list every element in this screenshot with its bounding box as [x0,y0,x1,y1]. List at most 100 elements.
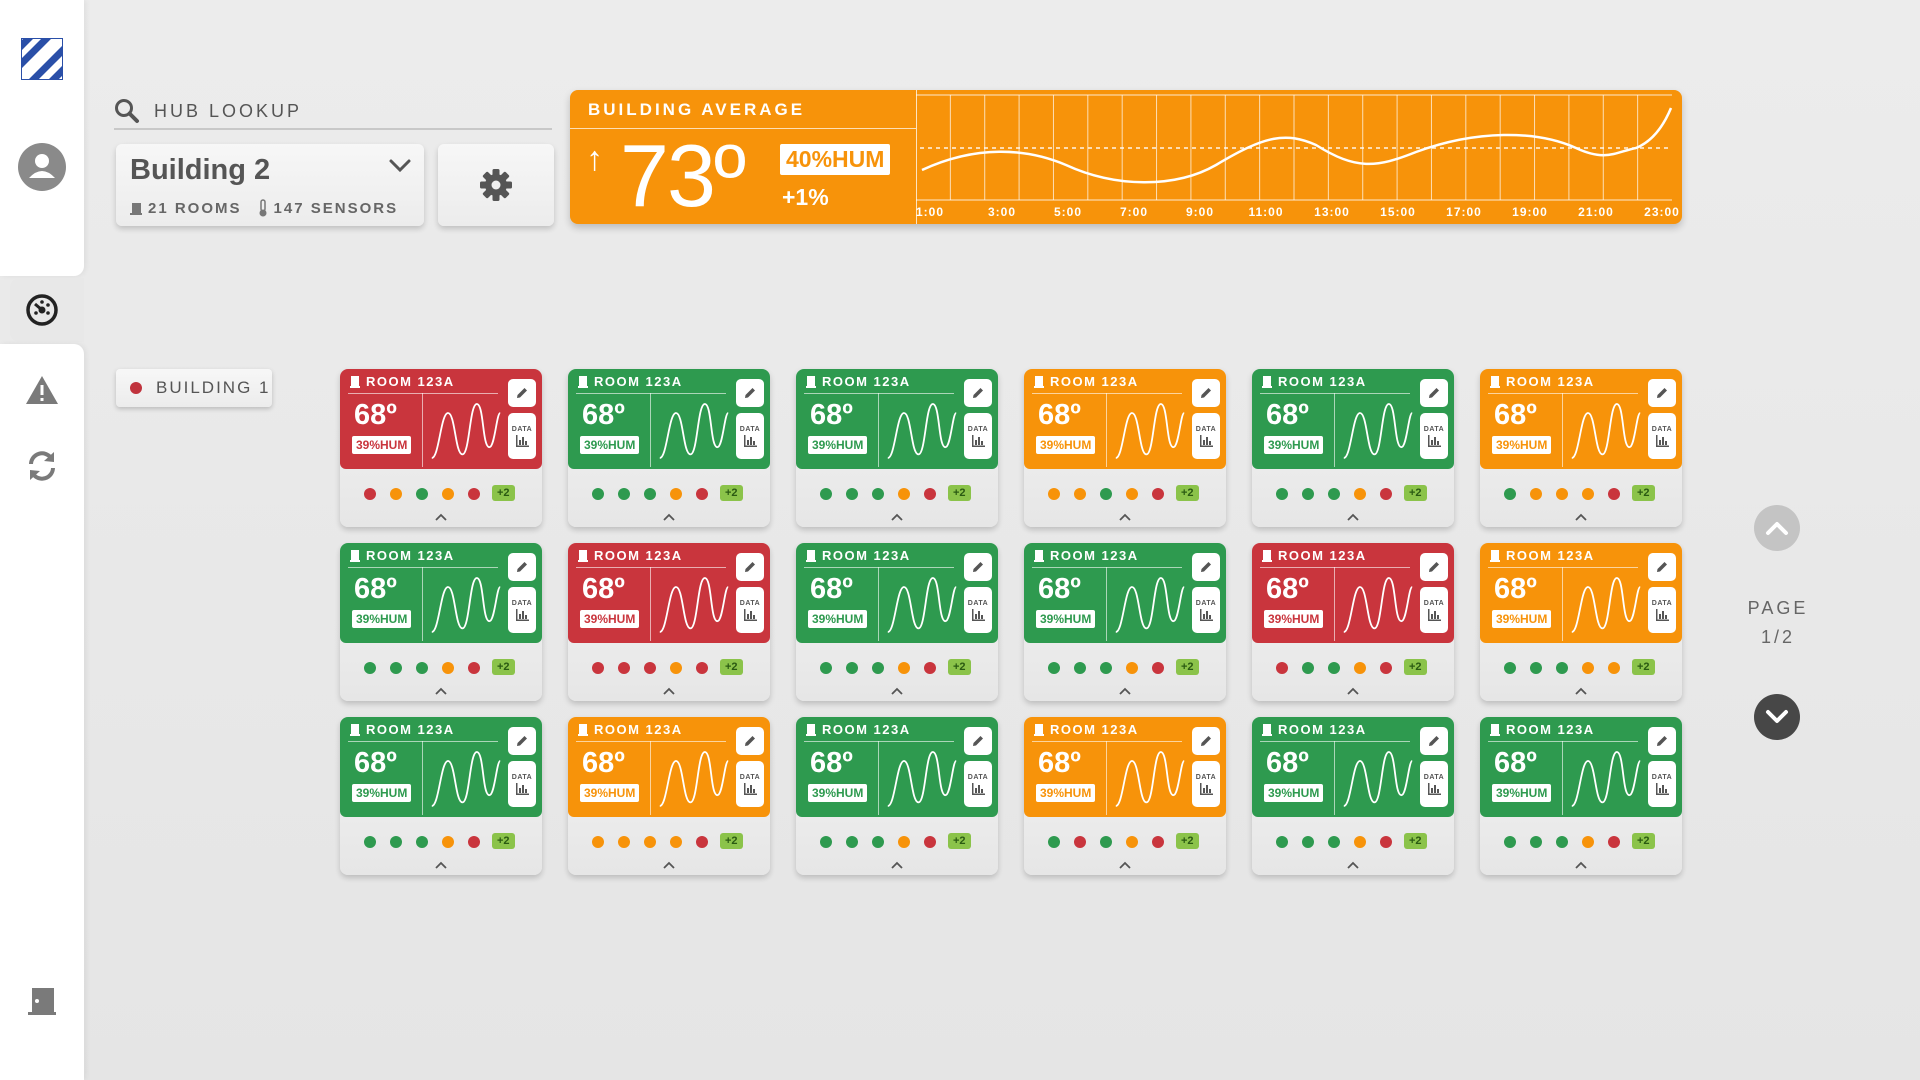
room-tile[interactable]: ROOM 123A 68º 39%HUM DATA +2 [1252,717,1454,875]
edit-button[interactable] [736,379,764,407]
data-button[interactable]: DATA [964,413,992,459]
expand-caret-icon[interactable] [1346,683,1360,701]
edit-button[interactable] [1420,379,1448,407]
edit-button[interactable] [736,553,764,581]
more-sensors-badge[interactable]: +2 [492,659,515,675]
data-button[interactable]: DATA [1648,413,1676,459]
user-icon[interactable] [0,142,84,192]
page-down-button[interactable] [1754,694,1800,740]
room-tile[interactable]: ROOM 123A 68º 39%HUM DATA +2 [568,717,770,875]
data-button[interactable]: DATA [1420,587,1448,633]
room-tile[interactable]: ROOM 123A 68º 39%HUM DATA +2 [1480,369,1682,527]
chevron-down-icon[interactable] [388,158,412,179]
expand-caret-icon[interactable] [1346,857,1360,875]
room-tile[interactable]: ROOM 123A 68º 39%HUM DATA +2 [1024,543,1226,701]
more-sensors-badge[interactable]: +2 [1176,833,1199,849]
data-button[interactable]: DATA [1192,413,1220,459]
expand-caret-icon[interactable] [1346,509,1360,527]
edit-button[interactable] [508,727,536,755]
refresh-icon[interactable] [0,448,84,484]
room-tile[interactable]: ROOM 123A 68º 39%HUM DATA +2 [796,543,998,701]
expand-caret-icon[interactable] [1118,683,1132,701]
building-selector[interactable]: Building 2 21 ROOMS 147 SENSORS [116,144,424,226]
expand-caret-icon[interactable] [434,509,448,527]
edit-button[interactable] [1420,727,1448,755]
room-tile[interactable]: ROOM 123A 68º 39%HUM DATA +2 [796,717,998,875]
expand-caret-icon[interactable] [890,683,904,701]
room-tile[interactable]: ROOM 123A 68º 39%HUM DATA +2 [1252,543,1454,701]
room-tile[interactable]: ROOM 123A 68º 39%HUM DATA +2 [340,369,542,527]
data-button[interactable]: DATA [508,413,536,459]
data-button[interactable]: DATA [1648,761,1676,807]
room-tile[interactable]: ROOM 123A 68º 39%HUM DATA +2 [1480,717,1682,875]
more-sensors-badge[interactable]: +2 [1176,659,1199,675]
data-button[interactable]: DATA [964,761,992,807]
more-sensors-badge[interactable]: +2 [720,833,743,849]
settings-button[interactable] [438,144,554,226]
data-button[interactable]: DATA [1420,761,1448,807]
room-tile[interactable]: ROOM 123A 68º 39%HUM DATA +2 [340,543,542,701]
edit-button[interactable] [1420,553,1448,581]
data-button[interactable]: DATA [736,587,764,633]
expand-caret-icon[interactable] [662,509,676,527]
more-sensors-badge[interactable]: +2 [492,833,515,849]
edit-button[interactable] [1648,727,1676,755]
more-sensors-badge[interactable]: +2 [948,485,971,501]
building-filter-pill[interactable]: BUILDING 1 [116,369,272,407]
room-tile[interactable]: ROOM 123A 68º 39%HUM DATA +2 [1024,369,1226,527]
hub-lookup-search[interactable]: HUB LOOKUP [114,94,552,130]
room-tile[interactable]: ROOM 123A 68º 39%HUM DATA +2 [340,717,542,875]
edit-button[interactable] [1192,379,1220,407]
expand-caret-icon[interactable] [890,857,904,875]
more-sensors-badge[interactable]: +2 [1404,659,1427,675]
edit-button[interactable] [508,379,536,407]
more-sensors-badge[interactable]: +2 [1176,485,1199,501]
more-sensors-badge[interactable]: +2 [1632,833,1655,849]
data-button[interactable]: DATA [736,413,764,459]
expand-caret-icon[interactable] [662,683,676,701]
edit-button[interactable] [964,553,992,581]
edit-button[interactable] [964,379,992,407]
data-button[interactable]: DATA [1420,413,1448,459]
expand-caret-icon[interactable] [1118,857,1132,875]
more-sensors-badge[interactable]: +2 [1404,833,1427,849]
more-sensors-badge[interactable]: +2 [1632,659,1655,675]
room-tile[interactable]: ROOM 123A 68º 39%HUM DATA +2 [568,543,770,701]
data-button[interactable]: DATA [1192,587,1220,633]
data-button[interactable]: DATA [1192,761,1220,807]
expand-caret-icon[interactable] [1574,509,1588,527]
room-tile[interactable]: ROOM 123A 68º 39%HUM DATA +2 [796,369,998,527]
exit-door-icon[interactable] [0,984,84,1018]
gauge-icon[interactable] [0,290,84,330]
more-sensors-badge[interactable]: +2 [1632,485,1655,501]
logo-icon[interactable] [0,36,84,82]
more-sensors-badge[interactable]: +2 [492,485,515,501]
data-button[interactable]: DATA [1648,587,1676,633]
room-tile[interactable]: ROOM 123A 68º 39%HUM DATA +2 [1252,369,1454,527]
room-tile[interactable]: ROOM 123A 68º 39%HUM DATA +2 [1480,543,1682,701]
page-up-button[interactable] [1754,505,1800,551]
warning-icon[interactable] [0,372,84,408]
room-tile[interactable]: ROOM 123A 68º 39%HUM DATA +2 [568,369,770,527]
room-tile[interactable]: ROOM 123A 68º 39%HUM DATA +2 [1024,717,1226,875]
edit-button[interactable] [964,727,992,755]
more-sensors-badge[interactable]: +2 [720,659,743,675]
expand-caret-icon[interactable] [662,857,676,875]
edit-button[interactable] [1648,553,1676,581]
more-sensors-badge[interactable]: +2 [1404,485,1427,501]
expand-caret-icon[interactable] [434,857,448,875]
edit-button[interactable] [1192,727,1220,755]
data-button[interactable]: DATA [964,587,992,633]
more-sensors-badge[interactable]: +2 [948,833,971,849]
expand-caret-icon[interactable] [890,509,904,527]
edit-button[interactable] [1192,553,1220,581]
expand-caret-icon[interactable] [434,683,448,701]
more-sensors-badge[interactable]: +2 [720,485,743,501]
data-button[interactable]: DATA [736,761,764,807]
edit-button[interactable] [508,553,536,581]
edit-button[interactable] [1648,379,1676,407]
expand-caret-icon[interactable] [1574,683,1588,701]
edit-button[interactable] [736,727,764,755]
expand-caret-icon[interactable] [1118,509,1132,527]
data-button[interactable]: DATA [508,587,536,633]
